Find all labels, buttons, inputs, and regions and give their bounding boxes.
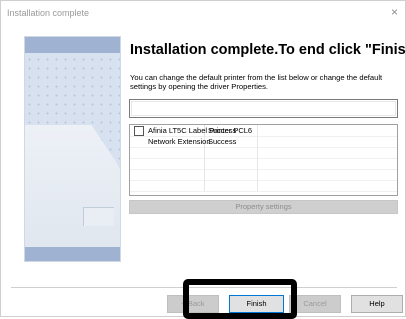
finish-button[interactable]: Finish xyxy=(229,295,284,313)
printer-status: Success xyxy=(208,126,237,135)
page-description: You can change the default printer from … xyxy=(130,73,383,92)
installer-window: Installation complete × Installation com… xyxy=(0,0,406,317)
help-button[interactable]: Help xyxy=(351,295,403,313)
printer-illustration xyxy=(24,36,121,262)
list-cell-status: Success xyxy=(206,136,258,147)
combo-value xyxy=(131,101,396,116)
window-title: Installation complete xyxy=(7,8,90,18)
printer-slot xyxy=(83,207,114,226)
back-button[interactable]: < Back xyxy=(167,295,219,313)
page-heading: Installation complete.To end click "Fini… xyxy=(130,42,406,58)
printer-shape xyxy=(25,125,120,247)
illustration-bottom-band xyxy=(25,247,120,261)
list-cell-status: Success xyxy=(206,125,258,136)
extension-name: Network Extension xyxy=(148,137,211,146)
extension-status: Success xyxy=(208,137,237,146)
printer-checkbox[interactable] xyxy=(134,126,144,136)
title-bar: Installation complete × xyxy=(1,1,405,25)
list-row-empty xyxy=(130,180,397,192)
list-cell-name: Afinia LT5C Label Printer PCL6 xyxy=(130,125,252,136)
close-icon[interactable]: × xyxy=(391,5,398,19)
property-settings-button[interactable]: Property settings xyxy=(129,200,398,214)
printer-list[interactable]: Afinia LT5C Label Printer PCL6 Success N… xyxy=(129,124,398,196)
default-printer-combo[interactable] xyxy=(129,99,398,118)
list-cell-name: Network Extension xyxy=(130,136,211,147)
cancel-button[interactable]: Cancel xyxy=(289,295,341,313)
footer-divider xyxy=(11,287,397,288)
illustration-top-band xyxy=(25,37,120,53)
